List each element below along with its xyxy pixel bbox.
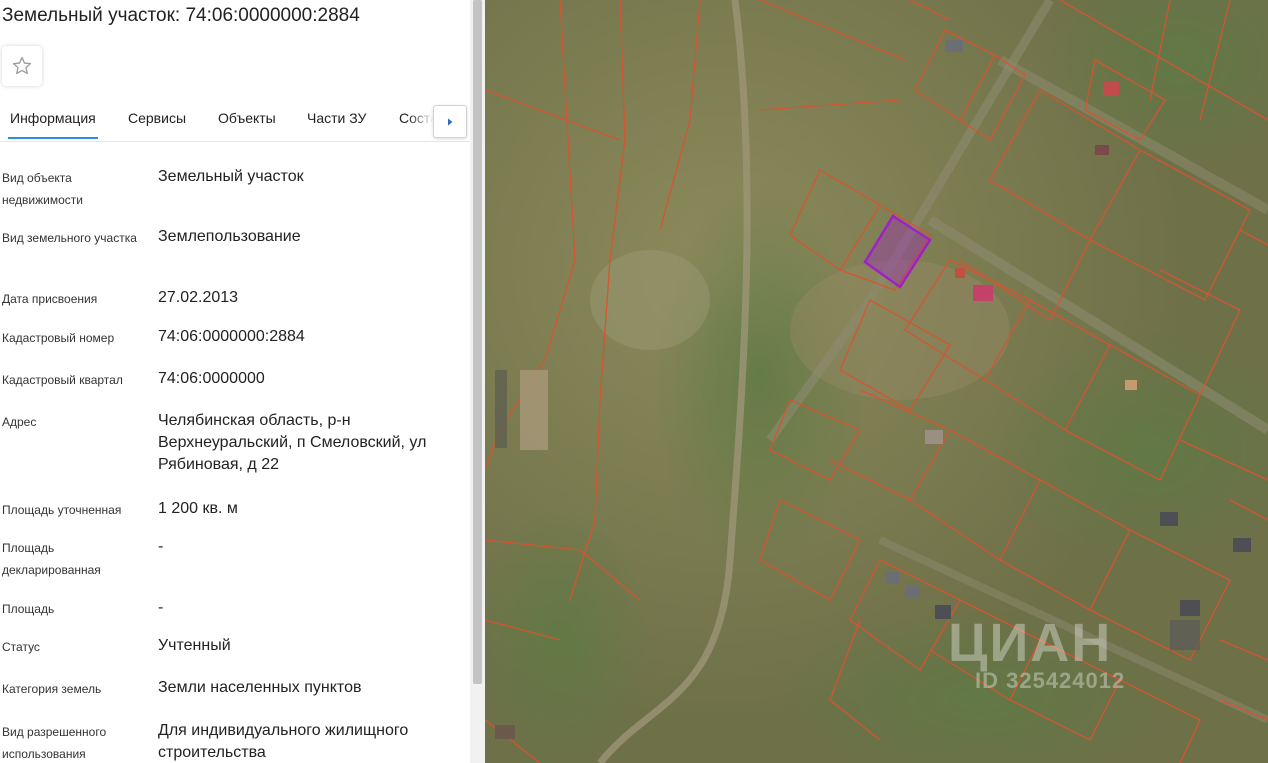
field-label-object-type: Вид объекта недвижимости [2,171,83,207]
tab-parcel-parts[interactable]: Части ЗУ [307,110,366,126]
field-value-assign-date: 27.02.2013 [158,289,239,306]
field-value-land-category: Земли населенных пунктов [158,679,362,696]
watermark-id: ID 325424012 [975,668,1126,693]
field-value-status: Учтенный [158,637,231,654]
field-label-area-refined: Площадь уточненная [2,503,122,517]
tab-information[interactable]: Информация [8,110,98,139]
field-value-permitted-use: Для индивидуального жилищного строительс… [158,722,409,761]
field-label-parcel-type: Вид земельного участка [2,231,137,245]
field-label-area: Площадь [2,602,55,616]
field-value-object-type: Земельный участок [158,168,304,185]
tabs-next-button[interactable] [433,105,467,138]
field-value-area-declared: - [158,538,164,555]
info-panel: Земельный участок: 74:06:0000000:2884 Ин… [0,0,470,763]
tab-bar: Информация Сервисы Объекты Части ЗУ Сост… [0,100,470,142]
chevron-right-icon [448,118,453,125]
field-value-cadastral-quarter: 74:06:0000000 [158,370,265,387]
favorite-button[interactable] [2,46,42,86]
scrollbar-thumb[interactable] [473,0,482,684]
tab-objects[interactable]: Объекты [218,110,276,126]
field-label-assign-date: Дата присвоения [2,292,98,306]
field-label-permitted-use: Вид разрешенного использования [2,725,107,761]
tab-services[interactable]: Сервисы [128,110,186,126]
field-value-address: Челябинская область, р-н Верхнеуральский… [158,412,427,473]
field-value-area: - [158,599,164,616]
field-label-area-declared: Площадь декларированная [2,541,101,577]
field-label-cadastral-number: Кадастровый номер [2,331,115,345]
satellite-map[interactable]: ЦИАН ID 325424012 [485,0,1268,763]
panel-scrollbar[interactable] [470,0,485,763]
star-icon [12,56,32,75]
field-value-parcel-type: Землепользование [158,228,301,245]
field-value-area-refined: 1 200 кв. м [158,500,238,517]
field-label-land-category: Категория земель [2,682,102,696]
field-label-status: Статус [2,640,40,654]
field-label-address: Адрес [2,415,37,429]
field-label-cadastral-quarter: Кадастровый квартал [2,373,123,387]
field-value-cadastral-number: 74:06:0000000:2884 [158,328,305,345]
watermark-logo: ЦИАН [948,613,1113,673]
map-canvas[interactable] [485,0,1268,763]
page-title: Земельный участок: 74:06:0000000:2884 [2,5,360,26]
